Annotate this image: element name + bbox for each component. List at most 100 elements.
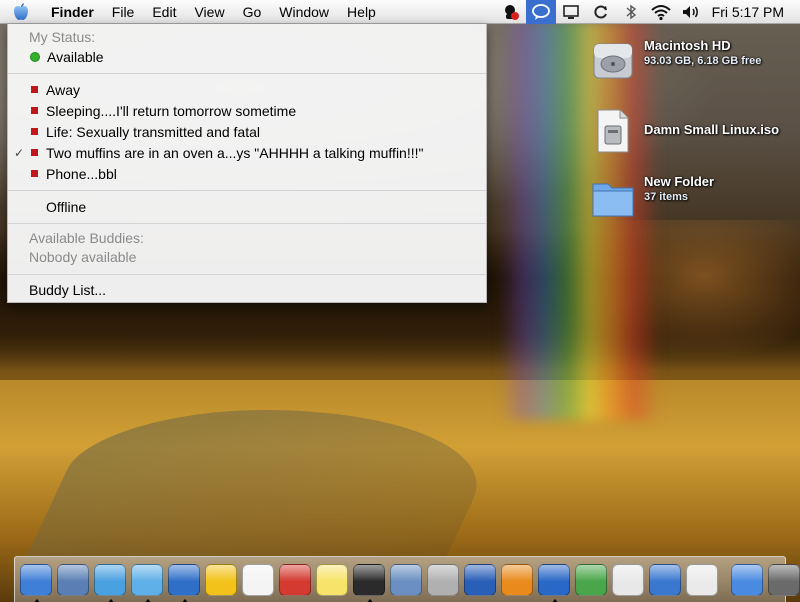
status-label: Offline [46,198,87,215]
away-status-icon [31,128,38,135]
adium-icon [537,563,570,596]
running-indicator-icon [32,598,41,602]
ichat-buddy-extra[interactable] [496,0,526,24]
menu-separator [8,274,486,275]
dock-item-safari[interactable] [92,561,128,602]
buddies-empty: Nobody available [29,249,137,265]
applications-icon [730,563,763,596]
status-label: Two muffins are in an oven a...ys "AHHHH… [46,144,424,161]
dock-item-bluetooth[interactable] [462,561,498,599]
dock-item-ichat[interactable] [166,561,202,602]
buddies-header: Available Buddies: [29,230,144,246]
menu-file[interactable]: File [103,0,144,24]
dock-item-system-prefs[interactable] [766,561,800,599]
aim-icon [204,563,237,596]
dock-item-aim[interactable] [203,561,239,599]
away-status-icon [31,170,38,177]
status-phone[interactable]: Phone...bbl [8,163,486,184]
menu-clock[interactable]: Fri 5:17 PM [706,0,800,24]
menu-finder[interactable]: Finder [42,0,103,24]
dock-item-itunes[interactable] [129,561,165,602]
menu-edit[interactable]: Edit [143,0,185,24]
dock-item-applications[interactable] [729,561,765,599]
dock-item-finder[interactable] [18,561,54,602]
desktop-icon-info: 93.03 GB, 6.18 GB free [644,55,762,67]
volume-icon [682,6,698,18]
dock-item-iphoto[interactable] [388,561,424,599]
apple-menu[interactable] [0,0,42,24]
status-label: Life: Sexually transmitted and fatal [46,123,261,140]
dock-apps [17,561,720,602]
dock-item-network-utility[interactable] [647,561,683,599]
my-status-header: My Status: [29,29,96,45]
bluetooth-icon [463,563,496,596]
dock-item-downloader[interactable] [573,561,609,599]
menu-window[interactable]: Window [270,0,338,24]
running-indicator-icon [365,598,374,602]
vlc-icon [500,563,533,596]
menu-separator [8,223,486,224]
status-offline[interactable]: Offline [8,196,486,217]
dock [14,556,800,602]
menu-view[interactable]: View [185,0,233,24]
buddy-list-item[interactable]: Buddy List... [8,279,486,300]
menu-separator [8,73,486,74]
ichat-status-extra[interactable] [525,0,556,24]
menu-bar: Finder File Edit View Go Window Help Fri… [0,0,800,24]
desktop-icon-info: 37 items [644,191,689,203]
display-extra[interactable] [556,0,586,24]
preview-icon [56,563,89,596]
stickies-icon [315,563,348,596]
menu-extras: Fri 5:17 PM [496,0,800,24]
desktop-icon-new-folder[interactable]: New Folder 37 items [590,174,714,220]
dock-item-stickies[interactable] [314,561,350,599]
away-status-icon [31,107,38,114]
dock-item-photo-booth[interactable] [425,561,461,599]
disk-image-icon [597,109,629,153]
sync-icon [594,5,607,19]
status-label: Sleeping....I'll return tomorrow sometim… [46,102,297,119]
status-available[interactable]: Available [8,46,486,67]
dock-right-items [728,561,800,599]
dock-item-ical[interactable] [240,561,276,599]
network-utility-icon [648,563,681,596]
display-icon [562,5,579,19]
textedit-icon [685,563,718,596]
menu-go[interactable]: Go [234,0,271,24]
running-indicator-icon [550,598,559,602]
status-sleeping[interactable]: Sleeping....I'll return tomorrow sometim… [8,100,486,121]
iphoto-icon [389,563,422,596]
ical-icon [241,563,274,596]
dock-item-textedit[interactable] [684,561,720,599]
downloader-icon [574,563,607,596]
wifi-extra[interactable] [646,0,676,24]
ichat-status-icon [531,4,550,20]
available-dot-icon [30,51,40,62]
dock-item-adium[interactable] [536,561,572,602]
desktop-icon-damn-small-linux-iso[interactable]: Damn Small Linux.iso [590,108,779,154]
garageband-icon [352,563,385,596]
dock-item-preview[interactable] [55,561,91,599]
dock-item-toolbox[interactable] [277,561,313,599]
ichat-buddy-icon [504,5,519,20]
volume-extra[interactable] [676,0,706,24]
menu-help[interactable]: Help [338,0,385,24]
dock-item-vlc[interactable] [499,561,535,599]
desktop-icon-name: Damn Small Linux.iso [644,122,780,137]
dock-item-youtube[interactable] [610,561,646,599]
sync-extra[interactable] [586,0,616,24]
menu-separator [8,190,486,191]
desktop-icon-name: New Folder [644,174,715,189]
status-away[interactable]: Away [8,79,486,100]
status-two-muffins[interactable]: ✓ Two muffins are in an oven a...ys "AHH… [8,142,486,163]
dock-item-garageband[interactable] [351,561,387,602]
itunes-icon [130,563,163,596]
desktop-icon-macintosh-hd[interactable]: Macintosh HD 93.03 GB, 6.18 GB free [590,38,761,84]
status-life[interactable]: Life: Sexually transmitted and fatal [8,121,486,142]
finder-icon [19,563,52,596]
system-prefs-icon [767,563,800,596]
bluetooth-extra[interactable] [616,0,646,24]
away-status-icon [31,149,38,156]
status-label: Phone...bbl [46,165,117,182]
running-indicator-icon [180,598,189,602]
